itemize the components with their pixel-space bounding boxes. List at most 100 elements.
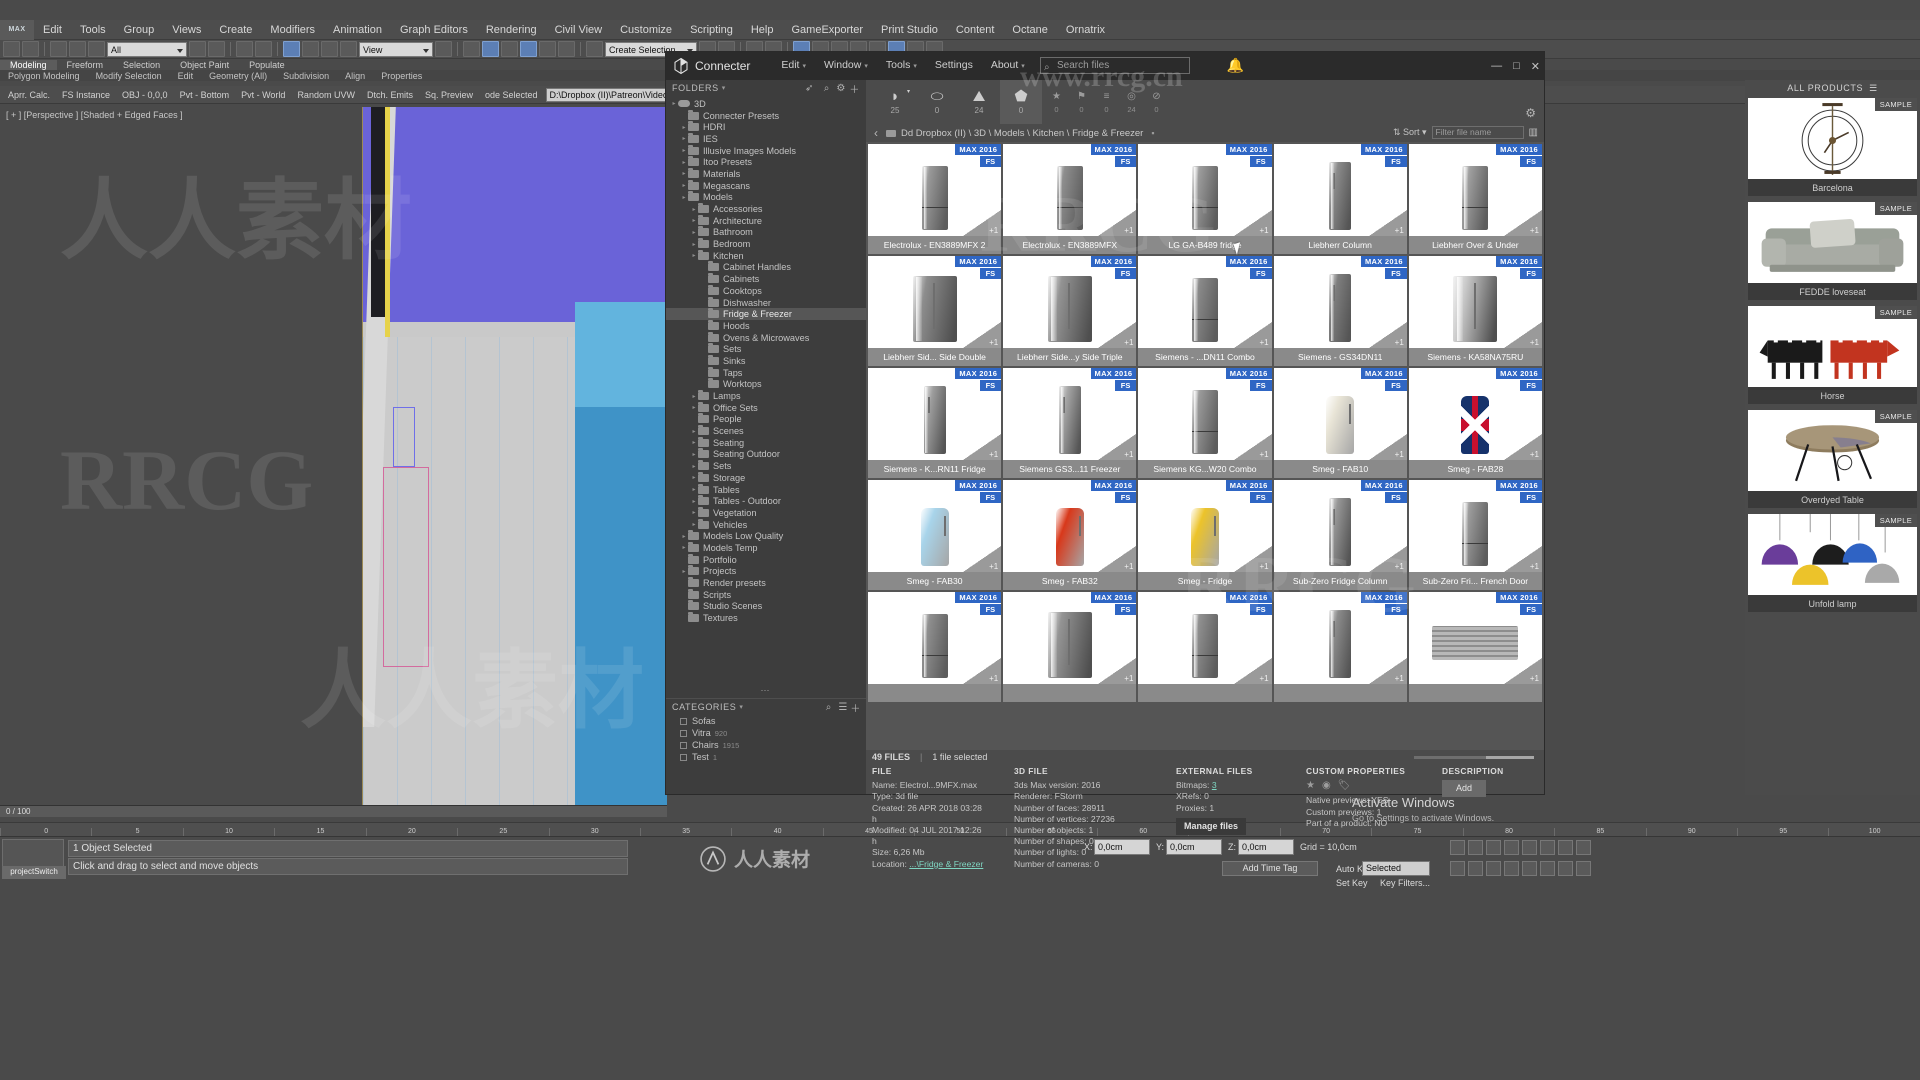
select-and-scale-button[interactable] [321,41,338,57]
perspective-viewport[interactable] [362,107,667,807]
chevron-right-icon[interactable]: ▸ [680,182,688,189]
timeline-tick[interactable]: 30 [548,828,640,836]
filter-none-icon[interactable]: ⊘ 0 [1144,80,1169,124]
fs-instance-label[interactable]: FS Instance [58,90,114,100]
set-key-label[interactable]: Set Key [1336,878,1368,888]
max-menu-ornatrix[interactable]: Ornatrix [1057,20,1114,40]
asset-card[interactable]: MAX 2016 FS +1 Smeg - FAB10 [1273,368,1407,478]
y-coord-field[interactable]: 0,0cm [1166,839,1222,855]
chevron-right-icon[interactable]: ▸ [690,521,698,528]
max-menu-modifiers[interactable]: Modifiers [261,20,324,40]
folder-tree-item[interactable]: Cabinets [666,273,866,285]
max-menu-rendering[interactable]: Rendering [477,20,546,40]
edit-named-selection-button[interactable] [586,41,603,57]
chevron-right-icon[interactable]: ▸ [680,147,688,154]
rectangular-selection-region-button[interactable] [236,41,253,57]
z-coord-field[interactable]: 0,0cm [1238,839,1294,855]
timeline-tick[interactable]: 80 [1462,828,1554,836]
asset-card[interactable]: MAX 2016 FS +1 [1003,592,1137,702]
grid-size-icon[interactable]: ▥ [1529,127,1538,138]
chevron-right-icon[interactable]: ▸ [680,544,688,551]
categories-list[interactable]: Sofas Vitra 920 Chairs 1915 Test 1 [666,715,866,763]
folder-tree-item[interactable]: Studio Scenes [666,600,866,613]
folder-tree-item[interactable]: Fridge & Freezer [666,308,866,321]
chevron-down-icon[interactable]: ▾ [739,703,743,711]
undo-button[interactable] [3,41,20,57]
grid-scrollbar[interactable] [1414,756,1534,759]
connecter-title-bar[interactable]: Connecter Edit ▾ Window ▾ Tools ▾ Settings Abou… [666,52,1544,80]
snaps-3d-button[interactable] [501,41,518,57]
chevron-right-icon[interactable]: ▸ [670,100,678,107]
category-item[interactable]: Test 1 [666,751,866,763]
reference-coordinate-combo[interactable]: View [359,41,433,57]
checkbox[interactable] [680,753,687,761]
chevron-right-icon[interactable]: ▸ [690,509,698,516]
chevron-right-icon[interactable]: ▸ [690,498,698,505]
ribbon-subtab-subdivision[interactable]: Subdivision [275,71,337,81]
ribbon-subtab-align[interactable]: Align [337,71,373,81]
folder-tree-item[interactable]: ▸ Models Low Quality [666,530,866,542]
panel-resize-handle[interactable]: ⋯ [666,685,866,696]
search-icon[interactable]: ⌕ [824,83,830,94]
status-tool-button[interactable] [1468,840,1483,855]
ribbon-subtab-edit[interactable]: Edit [170,71,202,81]
product-card[interactable]: SAMPLE Horse [1748,306,1917,404]
chevron-right-icon[interactable]: ▸ [690,428,698,435]
chevron-right-icon[interactable]: ▸ [690,439,698,446]
close-button[interactable]: ✕ [1531,60,1540,73]
max-menu-edit[interactable]: Edit [34,20,71,40]
checkbox[interactable] [680,741,687,749]
chevron-right-icon[interactable]: ▸ [690,217,698,224]
folder-tree-item[interactable]: ▸ Tables [666,483,866,496]
connecter-menu-tools[interactable]: Tools ▾ [877,51,926,81]
max-menu-print-studio[interactable]: Print Studio [872,20,947,40]
chevron-right-icon[interactable]: ▸ [690,241,698,248]
notifications-bell-icon[interactable]: 🔔 [1227,57,1244,74]
bitmaps-count-link[interactable]: 3 [1212,780,1217,790]
gear-icon[interactable]: ⚙ [1525,106,1536,120]
asset-thumbnail-grid[interactable]: MAX 2016 FS +1 Electrolux - EN3889MFX 2 MAX … [866,142,1544,750]
ribbon-subtab-geometry-all-[interactable]: Geometry (All) [201,71,275,81]
chevron-right-icon[interactable]: ▸ [690,206,698,213]
connecter-window[interactable]: Connecter Edit ▾ Window ▾ Tools ▾ Settings Abou… [666,52,1544,869]
chevron-right-icon[interactable]: ▸ [690,404,698,411]
select-by-name-button[interactable] [208,41,225,57]
location-link[interactable]: ...\Fridge & Freezer [909,859,983,869]
chevron-right-icon[interactable]: ▸ [680,124,688,131]
chevron-right-icon[interactable]: ▸ [680,533,688,540]
primary-filters[interactable]: ◗ 25 ▾ ⬭ 0 ⛰ 24 ⬟ 0 [874,80,1042,124]
chevron-right-icon[interactable]: ▸ [680,135,688,142]
select-and-manipulate-button[interactable] [463,41,480,57]
category-item[interactable]: Vitra 920 [666,727,866,739]
asset-card[interactable]: MAX 2016 FS +1 Liebherr Sid... Side Double [868,256,1002,366]
folder-tree-item[interactable]: ▸ Models [666,191,866,204]
select-and-move-button[interactable] [283,41,300,57]
folder-tree-item[interactable]: ▸ Storage [666,471,866,484]
asset-card[interactable]: MAX 2016 FS +1 [1273,592,1407,702]
folder-tree-item[interactable]: Cabinet Handles [666,261,866,274]
apr-calc-label[interactable]: Aprr. Calc. [4,90,54,100]
timeline-tick[interactable]: 10 [182,828,274,836]
pointer-icon[interactable]: ➶ [805,83,814,94]
use-pivot-center-button[interactable] [435,41,452,57]
timeline-tick[interactable]: 15 [274,828,365,836]
asset-card[interactable]: MAX 2016 FS +1 LG GA-B489 fridge [1138,144,1272,254]
chevron-right-icon[interactable]: ▸ [690,252,698,259]
product-card[interactable]: SAMPLE Barcelona [1748,98,1917,196]
filter-3d-model-icon[interactable]: ◗ 25 ▾ [874,80,916,124]
chevron-right-icon[interactable]: ▸ [690,463,698,470]
connecter-menu-window[interactable]: Window ▾ [815,51,877,81]
max-menu-gameexporter[interactable]: GameExporter [782,20,872,40]
max-menu-octane[interactable]: Octane [1003,20,1056,40]
asset-card[interactable]: MAX 2016 FS +1 Siemens KG...W20 Combo [1138,368,1272,478]
filename-filter-input[interactable]: Filter file name [1431,126,1524,139]
unlink-button[interactable] [69,41,86,57]
category-item[interactable]: Sofas [666,715,866,727]
folder-tree-item[interactable]: ▸ Vehicles [666,518,866,531]
asset-card[interactable]: MAX 2016 FS +1 Smeg - Fridge [1138,480,1272,590]
status-tool-button[interactable] [1486,840,1501,855]
folder-tree-item[interactable]: Portfolio [666,553,866,566]
asset-card[interactable]: MAX 2016 FS +1 Liebherr Side...y Side Tripl… [1003,256,1137,366]
chevron-right-icon[interactable]: ▸ [690,474,698,481]
folder-tree-item[interactable]: Taps [666,366,866,379]
